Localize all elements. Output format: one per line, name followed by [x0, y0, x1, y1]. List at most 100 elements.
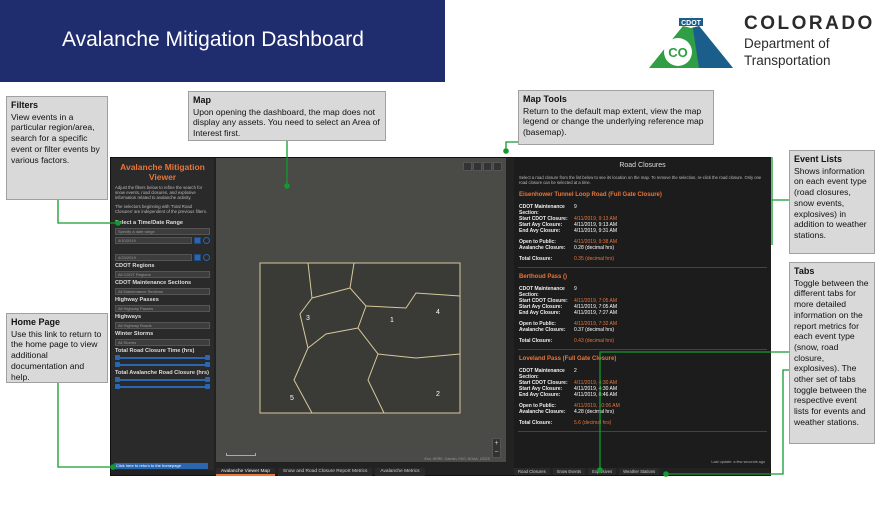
sidebar-intro: Adjust the filters below to refine the s…: [115, 185, 203, 201]
callout-map-tools: Map Tools Return to the default map exte…: [518, 90, 714, 145]
event-field-value: 2: [574, 367, 577, 374]
event-title: Loveland Pass (Full Gate Closure): [519, 355, 617, 362]
callout-filters: Filters View events in a particular regi…: [6, 96, 108, 200]
home-extent-icon[interactable]: [463, 162, 472, 171]
event-field-value: 9: [574, 203, 577, 210]
calendar-icon[interactable]: [194, 237, 201, 245]
event-title: Berthoud Pass (): [519, 273, 568, 280]
colorado-map: 1 2 3 4 5: [259, 262, 461, 414]
event-field-label: CDOT Maintenance Section:: [519, 367, 565, 380]
tab-avalanche-viewer-map[interactable]: Avalanche Viewer Map: [216, 468, 275, 476]
tab-avalanche-metrics[interactable]: Avalanche Metrics: [375, 468, 425, 476]
cdot-logo: CO CDOT COLORADO Department of Transport…: [645, 14, 893, 70]
event-item[interactable]: Eisenhower Tunnel Loop Road (Full Gate C…: [514, 186, 771, 268]
callout-map-tools-body: Return to the default map extent, view t…: [523, 105, 704, 138]
callout-map-title: Map: [193, 95, 211, 105]
event-field-label: Total Closure:: [519, 419, 553, 426]
event-field-label: Total Closure:: [519, 337, 553, 344]
closure-time-heading: Total Road Closure Time (hrs): [115, 348, 195, 355]
region-label: 5: [290, 395, 294, 402]
event-field-label: CDOT Maintenance Section:: [519, 203, 565, 216]
highways-select[interactable]: All Highway Roads: [115, 322, 210, 330]
layers-icon[interactable]: [493, 162, 502, 171]
regions-heading: CDOT Regions: [115, 263, 155, 270]
event-field-value: 4/11/2019, 9:31 AM: [574, 227, 617, 234]
storms-heading: Winter Storms: [115, 331, 154, 338]
event-item[interactable]: Loveland Pass (Full Gate Closure) CDOT Ma…: [514, 350, 771, 432]
clock-icon[interactable]: [203, 237, 210, 245]
callout-home-page-body: Use this link to return to the home page…: [11, 328, 102, 382]
passes-heading: Highway Passes: [115, 297, 159, 304]
event-field: CDOT Maintenance Section: 9: [514, 204, 771, 216]
callout-filters-body: View events in a particular region/area,…: [11, 111, 100, 165]
zoom-control[interactable]: + −: [492, 438, 501, 458]
calendar-icon[interactable]: [194, 254, 201, 262]
tab-weather-stations[interactable]: Weather Stations: [619, 468, 660, 475]
regions-select[interactable]: All CDOT Regions: [115, 271, 210, 279]
avalanche-closure-slider-2[interactable]: [115, 384, 210, 390]
closure-time-slider-2[interactable]: [115, 362, 210, 368]
callout-tabs-title: Tabs: [794, 266, 815, 276]
legend-icon[interactable]: [473, 162, 482, 171]
end-date-input[interactable]: 4/23/2019: [115, 254, 192, 262]
map-attribution: Esri, HERE, Garmin, FAO, NOAA, USGS: [424, 457, 491, 461]
event-field-value: 0.37 (decimal hrs): [574, 326, 615, 333]
panel-instructions: Select a road closure from the list belo…: [519, 175, 762, 186]
event-field: Total Closure: 0.43 (decimal hrs): [514, 338, 771, 344]
event-list: Eisenhower Tunnel Loop Road (Full Gate C…: [514, 186, 771, 432]
event-field: CDOT Maintenance Section: 2: [514, 368, 771, 380]
callout-home-page: Home Page Use this link to return to the…: [6, 313, 108, 383]
logo-dept-line2: Transportation: [744, 53, 831, 68]
tab-road-closures[interactable]: Road Closures: [514, 468, 550, 475]
maintenance-heading: CDOT Maintenance Sections: [115, 280, 192, 287]
event-field-value: 4/11/2019, 7:27 AM: [574, 309, 617, 316]
event-field-label: Avalanche Closure:: [519, 326, 566, 333]
callout-tabs-body: Toggle between the different tabs for mo…: [794, 277, 869, 427]
event-field-value: 0.35 (decimal hrs): [574, 255, 615, 262]
logo-state: COLORADO: [744, 13, 875, 34]
region-label: 3: [306, 315, 310, 322]
event-field: Total Closure: 5.6 (decimal hrs): [514, 420, 771, 426]
event-field-label: Total Closure:: [519, 255, 553, 262]
avalanche-closure-heading: Total Avalanche Road Closure (hrs): [115, 370, 209, 377]
storms-select[interactable]: All Storms: [115, 339, 210, 347]
date-range-select[interactable]: Specify a date range: [115, 228, 210, 236]
event-field: CDOT Maintenance Section: 9: [514, 286, 771, 298]
tab-explosives[interactable]: Explosives: [588, 468, 617, 475]
avalanche-closure-slider[interactable]: [115, 377, 210, 383]
logo-badge: CDOT: [681, 20, 702, 27]
event-field-value: 5.6 (decimal hrs): [574, 419, 612, 426]
panel-title: Road Closures: [619, 162, 666, 169]
event-field-value: 4.28 (decimal hrs): [574, 408, 615, 415]
home-page-link[interactable]: Click here to return to the homepage: [114, 463, 208, 469]
passes-select[interactable]: All Highway Passes: [115, 305, 210, 313]
tab-snow-events[interactable]: Snow Events: [552, 468, 586, 475]
callout-home-page-title: Home Page: [11, 317, 61, 327]
closure-time-slider[interactable]: [115, 355, 210, 361]
event-field-value: 0.28 (decimal hrs): [574, 244, 615, 251]
start-date-input[interactable]: 4/10/2019: [115, 237, 192, 245]
map-tools: [463, 162, 502, 171]
logo-wordmark: COLORADO Department of Transportation: [744, 13, 875, 69]
tab-snow-road-closure-metrics[interactable]: Snow and Road Closure Report Metrics: [277, 468, 373, 476]
basemap-icon[interactable]: [483, 162, 492, 171]
callout-filters-title: Filters: [11, 100, 39, 110]
event-field-label: CDOT Maintenance Section:: [519, 285, 565, 298]
region-label: 1: [390, 317, 394, 324]
dashboard-screenshot: Avalanche Mitigation Viewer Adjust the f…: [110, 157, 771, 476]
clock-icon[interactable]: [203, 254, 210, 262]
event-field-label: Avalanche Closure:: [519, 408, 566, 415]
event-item[interactable]: Berthoud Pass () CDOT Maintenance Section…: [514, 268, 771, 350]
road-closures-panel: Road Closures Select a road closure from…: [514, 158, 771, 468]
event-field-label: End Avy Closure:: [519, 309, 561, 316]
event-title: Eisenhower Tunnel Loop Road (Full Gate C…: [519, 191, 662, 198]
region-label: 4: [436, 309, 440, 316]
maintenance-select[interactable]: All Maintenance Sections: [115, 288, 210, 296]
callout-map-body: Upon opening the dashboard, the map does…: [193, 106, 380, 139]
callout-map-tools-title: Map Tools: [523, 94, 567, 104]
cdot-mountain-icon: CO CDOT: [649, 16, 733, 68]
event-field-label: End Avy Closure:: [519, 391, 561, 398]
map-view[interactable]: 1 2 3 4 5 + − Esri, HERE, Garmin, FAO, NO…: [216, 158, 506, 462]
event-field-label: Avalanche Closure:: [519, 244, 566, 251]
scale-bar: [226, 453, 256, 456]
